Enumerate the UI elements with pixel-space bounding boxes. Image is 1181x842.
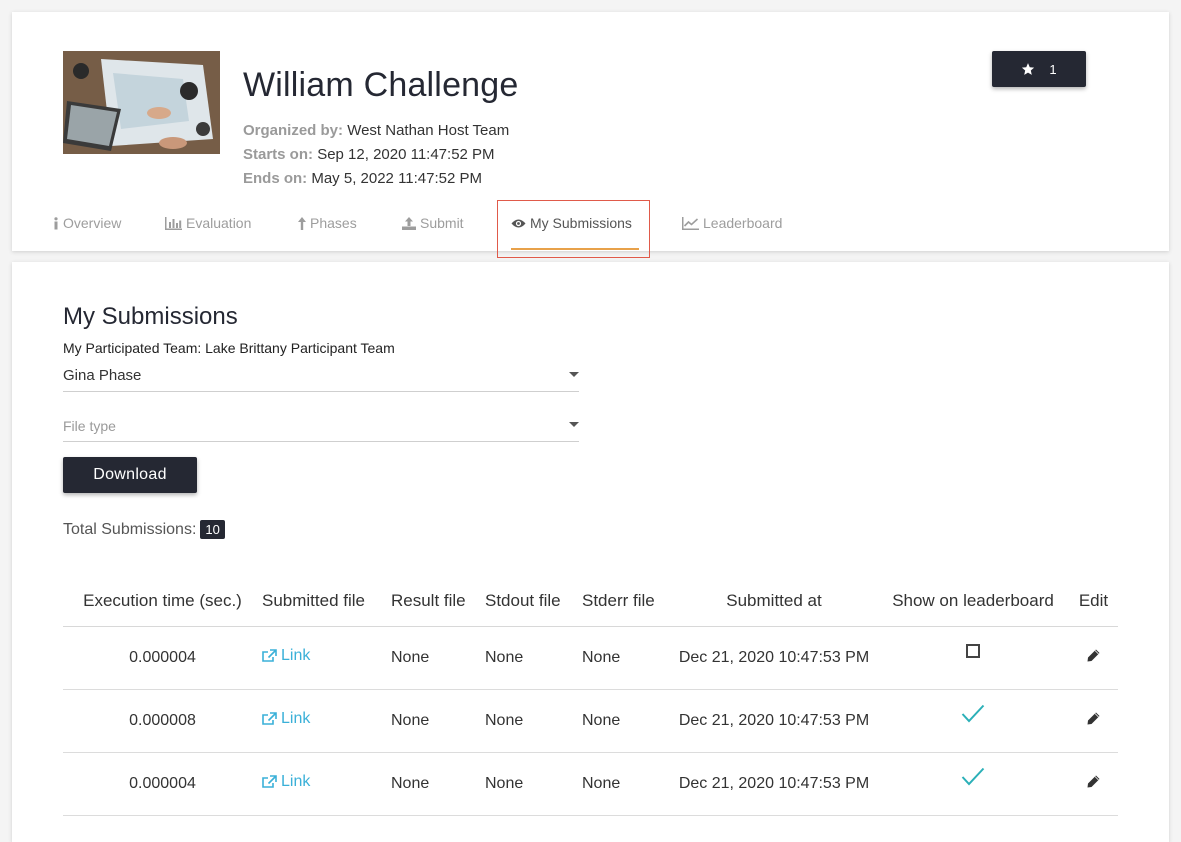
arrow-up-icon [298,216,306,230]
pencil-icon[interactable] [1087,649,1100,662]
bar-chart-icon [165,216,182,230]
tab-phases[interactable]: Phases [298,210,357,236]
external-link-icon [262,775,277,788]
stderr-file: None [582,626,671,690]
star-icon [1022,63,1035,75]
line-chart-icon [682,216,699,230]
tab-overview[interactable]: Overview [53,210,121,236]
submissions-card: My Submissions My Participated Team: Lak… [12,262,1169,842]
tab-phases-label: Phases [310,215,357,231]
column-header: Submitted at [671,576,877,627]
chevron-down-icon [569,422,579,427]
starts-on-label: Starts on: [243,146,314,163]
submitted-file-link[interactable]: Link [262,710,310,728]
total-submissions-badge: 10 [200,520,225,539]
column-header: Stdout file [485,576,582,627]
show-on-leaderboard-checkbox[interactable] [966,644,980,659]
participated-team: My Participated Team: Lake Brittany Part… [63,340,395,356]
file-type-select[interactable]: File type [63,410,579,442]
submitted-at: Dec 21, 2020 10:47:53 PM [671,752,877,816]
execution-time: 0.000008 [63,689,262,753]
challenge-header-card: William Challenge Organized by: West Nat… [12,12,1169,258]
organized-by: Organized by: West Nathan Host Team [243,122,509,139]
result-file: None [391,626,485,690]
checkmark-icon[interactable] [961,767,985,787]
table-row: 0.000004 Link None None None Dec 21, 202… [63,626,1118,690]
organized-by-label: Organized by: [243,122,344,139]
file-type-placeholder: File type [63,417,116,434]
column-header: Stderr file [582,576,671,627]
page-title: My Submissions [63,303,238,330]
tab-my-submissions-label: My Submissions [530,215,632,231]
challenge-title: William Challenge [243,66,519,104]
column-header: Show on leaderboard [877,576,1069,627]
pencil-icon[interactable] [1087,712,1100,725]
submitted-file-link[interactable]: Link [262,773,310,791]
active-tab-underline [511,248,639,250]
tab-leaderboard[interactable]: Leaderboard [682,210,782,236]
table-row: 0.000004 Link None None None Dec 21, 202… [63,752,1118,816]
execution-time: 0.000004 [63,752,262,816]
total-submissions-label: Total Submissions: [63,520,197,538]
link-label: Link [281,773,311,790]
eye-icon [511,219,526,227]
tab-evaluation[interactable]: Evaluation [165,210,251,236]
result-file: None [391,689,485,753]
stdout-file: None [485,626,582,690]
stderr-file: None [582,752,671,816]
column-header: Submitted file [262,576,391,627]
submitted-at: Dec 21, 2020 10:47:53 PM [671,626,877,690]
link-label: Link [281,647,311,664]
column-header: Result file [391,576,485,627]
chevron-down-icon [569,372,579,377]
column-header: Edit [1069,576,1118,627]
upload-icon [402,216,416,230]
tab-my-submissions[interactable]: My Submissions [511,210,632,236]
column-header: Execution time (sec.) [63,576,262,627]
ends-on-label: Ends on: [243,170,308,187]
execution-time: 0.000004 [63,626,262,690]
download-button[interactable]: Download [63,457,197,493]
star-button[interactable]: 1 [992,51,1086,87]
stderr-file: None [582,689,671,753]
star-count: 1 [1049,61,1057,77]
phase-select[interactable]: Gina Phase [63,360,579,392]
starts-on: Starts on: Sep 12, 2020 11:47:52 PM [243,146,495,163]
external-link-icon [262,649,277,662]
challenge-image [63,51,220,154]
submitted-at: Dec 21, 2020 10:47:53 PM [671,689,877,753]
info-icon [54,216,58,229]
ends-on-value: May 5, 2022 11:47:52 PM [311,170,483,187]
tab-submit[interactable]: Submit [402,210,464,236]
stdout-file: None [485,752,582,816]
tab-leaderboard-label: Leaderboard [703,215,783,231]
submissions-table: Execution time (sec.) Submitted file Res… [63,576,1118,816]
ends-on: Ends on: May 5, 2022 11:47:52 PM [243,170,482,187]
link-label: Link [281,710,311,727]
tab-evaluation-label: Evaluation [186,215,252,231]
result-file: None [391,752,485,816]
submitted-file-link[interactable]: Link [262,647,310,665]
pencil-icon[interactable] [1087,775,1100,788]
phase-select-value: Gina Phase [63,367,142,384]
checkmark-icon[interactable] [961,704,985,724]
starts-on-value: Sep 12, 2020 11:47:52 PM [317,146,495,163]
table-row: 0.000008 Link None None None Dec 21, 202… [63,689,1118,753]
external-link-icon [262,712,277,725]
tab-submit-label: Submit [420,215,464,231]
challenge-tabs: Overview Evaluation Phases Submit My Sub… [12,200,1169,260]
table-header-row: Execution time (sec.) Submitted file Res… [63,576,1118,627]
total-submissions: Total Submissions: 10 [63,520,225,539]
tab-overview-label: Overview [63,215,122,231]
stdout-file: None [485,689,582,753]
organized-by-value: West Nathan Host Team [347,122,510,139]
